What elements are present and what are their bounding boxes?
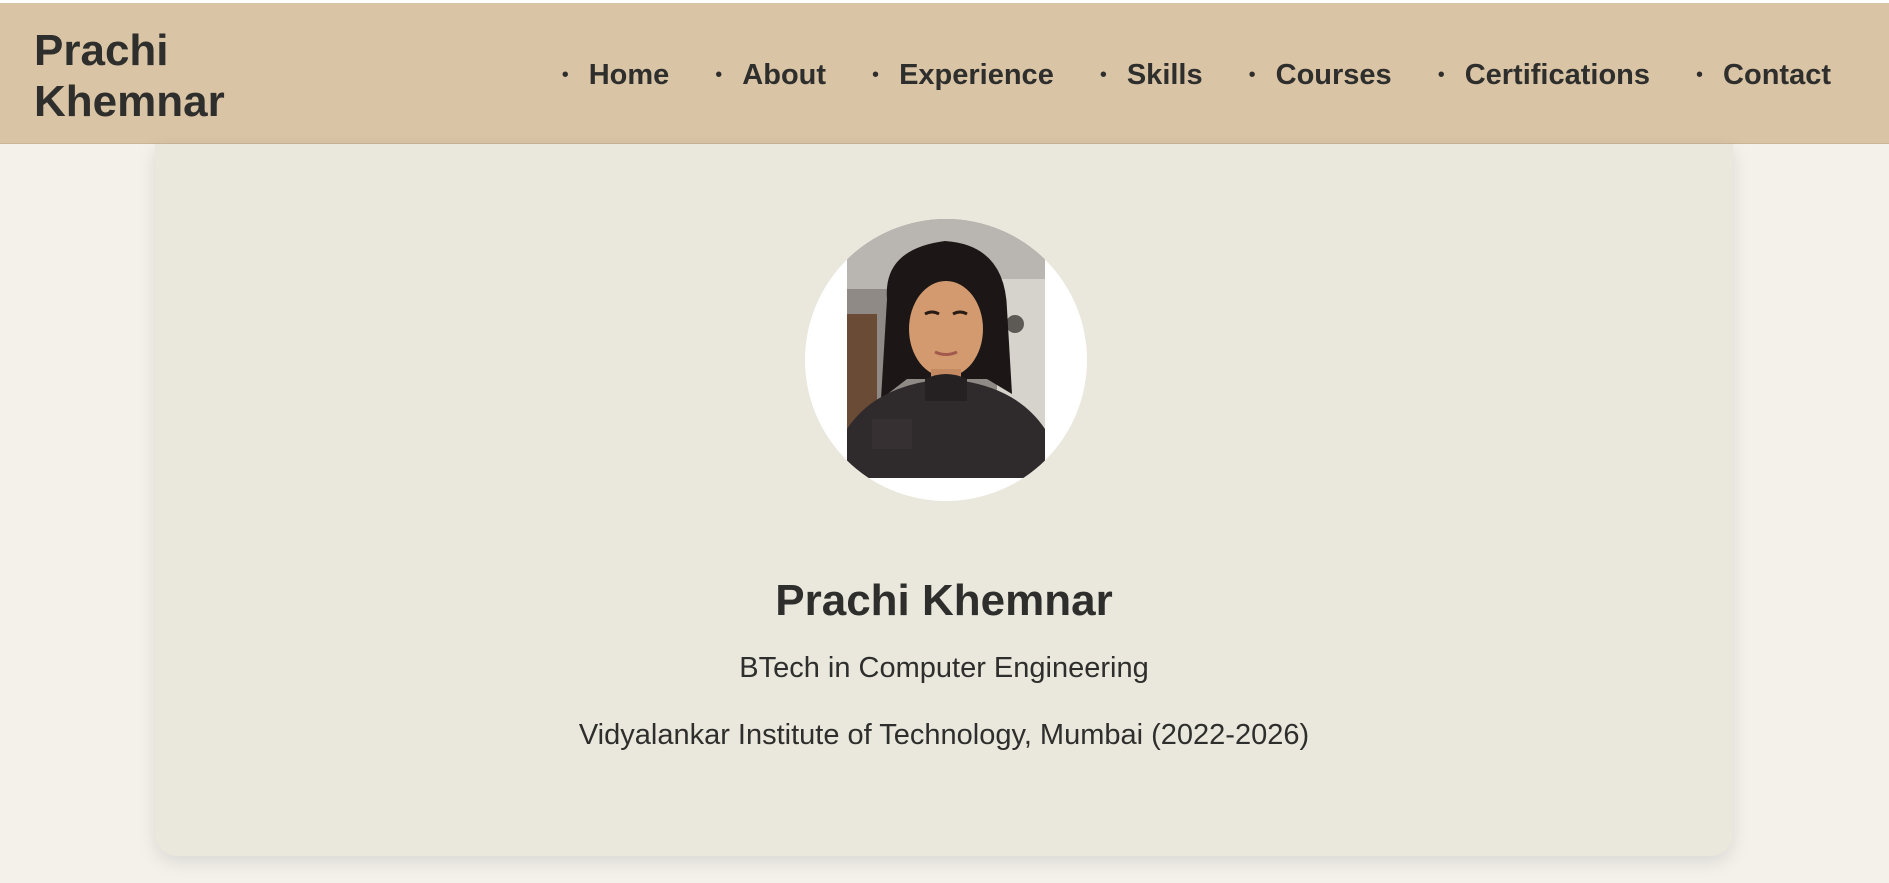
- nav-item-experience: • Experience: [872, 59, 1054, 92]
- profile-degree: BTech in Computer Engineering: [739, 652, 1149, 684]
- avatar: [805, 219, 1087, 501]
- site-header: Prachi Khemnar • Home • About • Experience …: [0, 3, 1889, 144]
- bullet-icon: •: [561, 63, 569, 86]
- bullet-icon: •: [1248, 63, 1256, 86]
- nav-link-about[interactable]: About: [742, 59, 826, 92]
- main-nav: • Home • About • Experience • Skills • Course…: [562, 55, 1831, 95]
- bullet-icon: •: [1099, 63, 1107, 86]
- bullet-icon: •: [715, 63, 723, 86]
- nav-item-skills: • Skills: [1100, 59, 1203, 92]
- nav-item-contact: • Contact: [1696, 59, 1831, 92]
- nav-link-home[interactable]: Home: [589, 59, 670, 92]
- nav-item-about: • About: [715, 59, 826, 92]
- nav-link-experience[interactable]: Experience: [899, 59, 1054, 92]
- bullet-icon: •: [872, 63, 880, 86]
- nav-item-certifications: • Certifications: [1438, 59, 1650, 92]
- nav-link-skills[interactable]: Skills: [1127, 59, 1203, 92]
- nav-item-courses: • Courses: [1249, 59, 1392, 92]
- profile-institute: Vidyalankar Institute of Technology, Mum…: [578, 719, 1310, 751]
- hero-card: Prachi Khemnar BTech in Computer Enginee…: [155, 144, 1733, 856]
- bullet-icon: •: [1696, 63, 1704, 86]
- nav-link-courses[interactable]: Courses: [1276, 59, 1392, 92]
- bullet-icon: •: [1437, 63, 1445, 86]
- nav-link-certifications[interactable]: Certifications: [1465, 59, 1650, 92]
- profile-photo: [847, 219, 1045, 478]
- profile-name: Prachi Khemnar: [775, 576, 1113, 625]
- nav-link-contact[interactable]: Contact: [1723, 59, 1831, 92]
- nav-item-home: • Home: [562, 59, 670, 92]
- brand-name[interactable]: Prachi Khemnar: [34, 25, 274, 127]
